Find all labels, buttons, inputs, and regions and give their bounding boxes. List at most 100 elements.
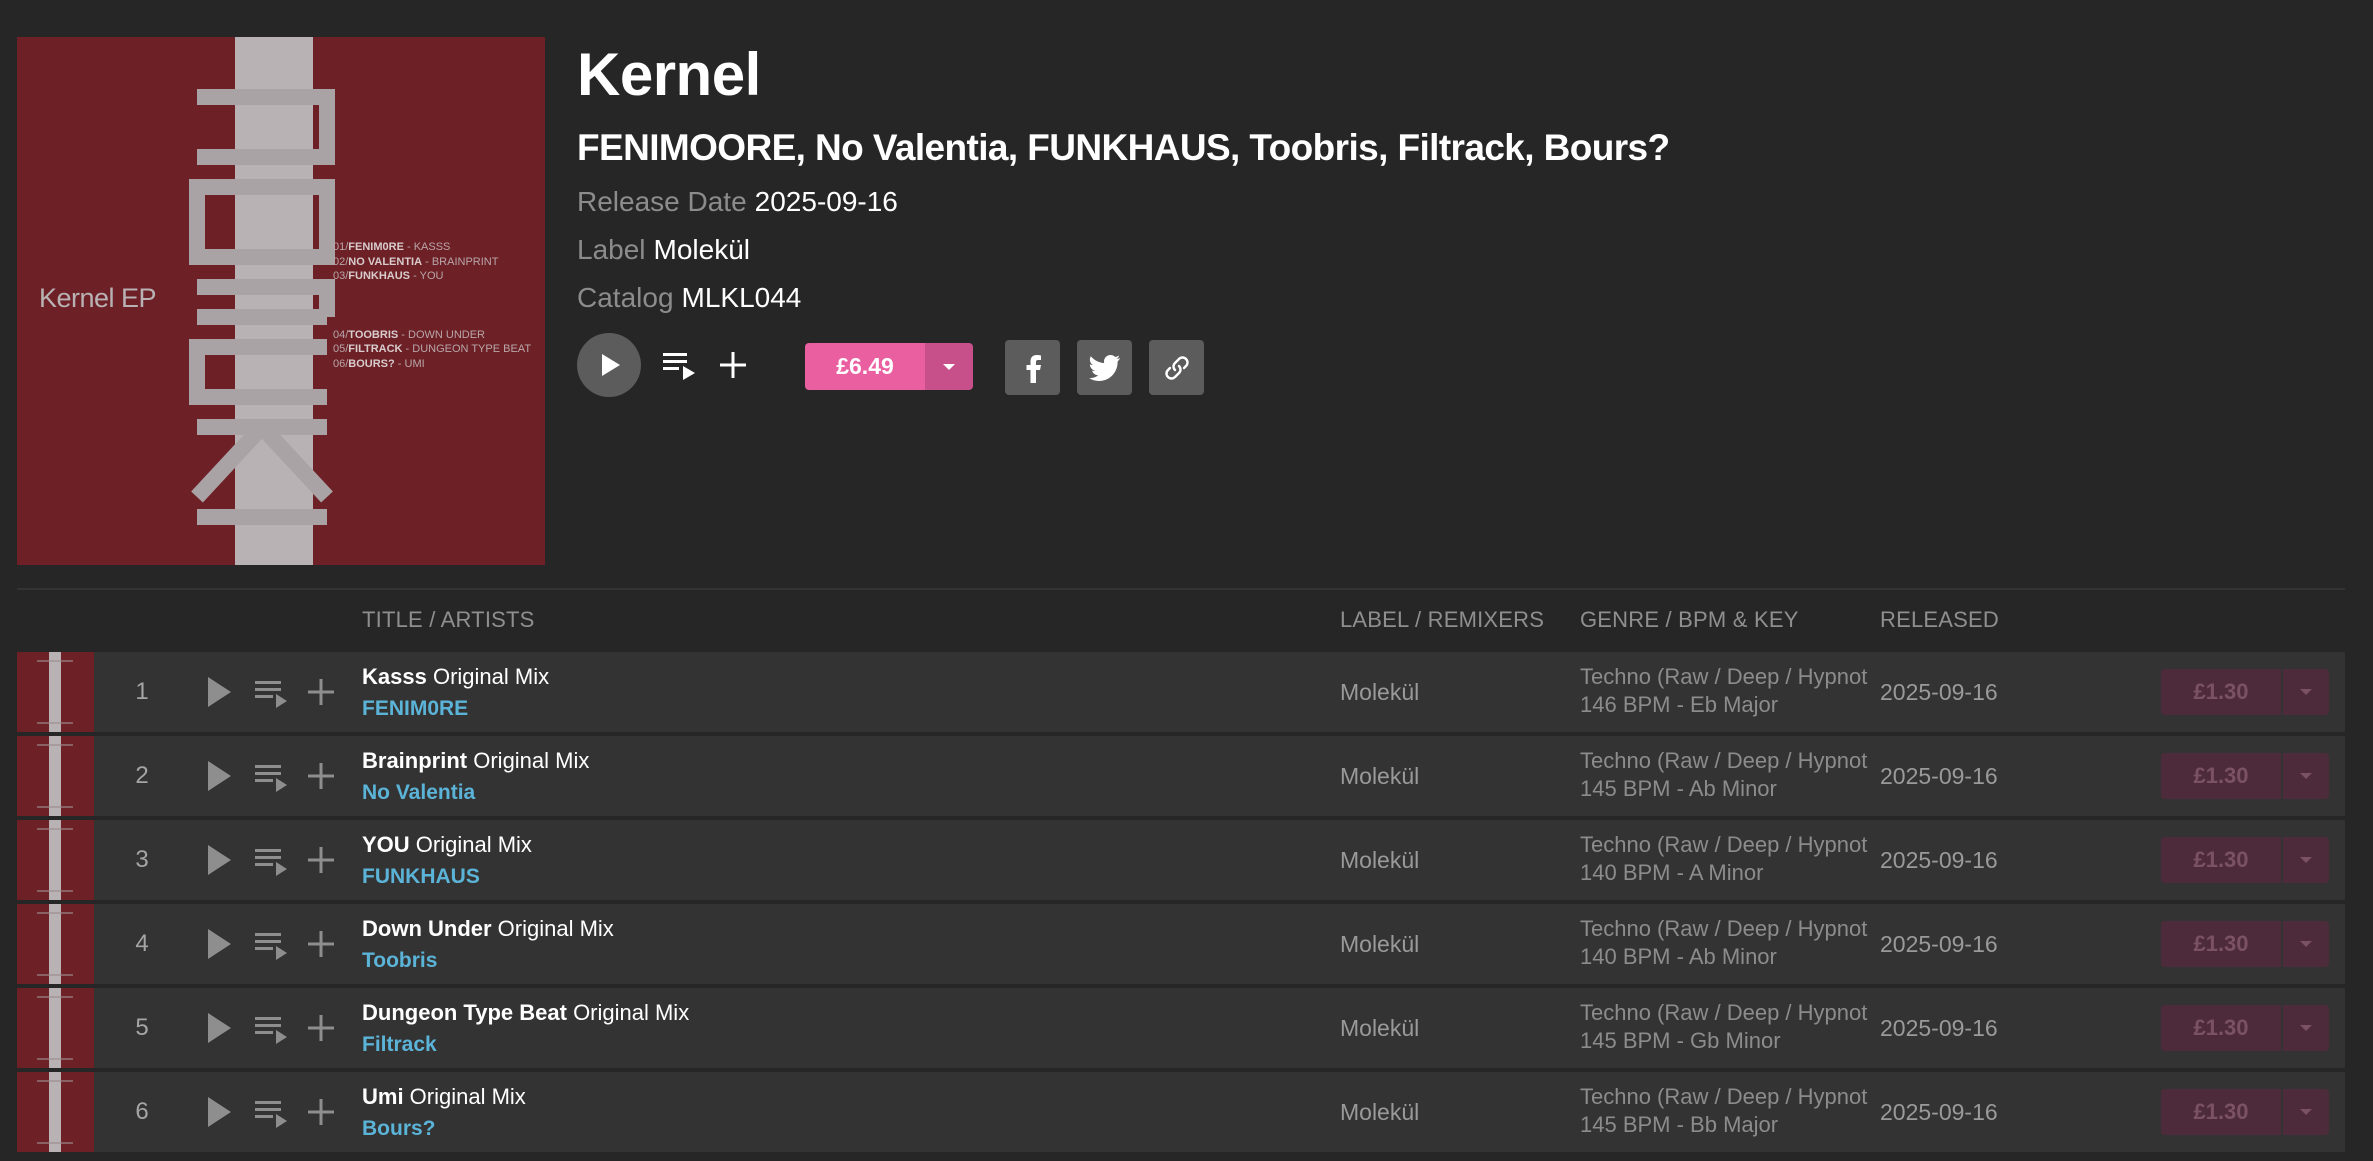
track-row[interactable]: 1 Kasss Original Mix FENIM0RE Molekül Techno… bbox=[17, 652, 2345, 732]
add-track-button[interactable] bbox=[303, 842, 339, 878]
queue-track-button[interactable] bbox=[253, 674, 289, 710]
track-name[interactable]: Dungeon Type Beat bbox=[362, 1000, 567, 1025]
track-thumbnail[interactable] bbox=[17, 652, 94, 732]
track-price[interactable]: £1.30 bbox=[2161, 921, 2281, 967]
buy-options-dropdown[interactable] bbox=[925, 343, 973, 390]
share-twitter-button[interactable] bbox=[1077, 340, 1132, 395]
track-label[interactable]: Molekül bbox=[1340, 736, 1419, 816]
add-track-button[interactable] bbox=[303, 674, 339, 710]
buy-track-button[interactable]: £1.30 bbox=[2161, 921, 2329, 967]
track-title[interactable]: Down Under Original Mix bbox=[362, 914, 614, 944]
plus-icon bbox=[308, 679, 334, 705]
cover-line: 01/FENIM0RE - KASSS bbox=[333, 241, 451, 253]
queue-track-button[interactable] bbox=[253, 1010, 289, 1046]
track-price[interactable]: £1.30 bbox=[2161, 1089, 2281, 1135]
track-thumbnail[interactable] bbox=[17, 904, 94, 984]
track-thumbnail[interactable] bbox=[17, 1072, 94, 1152]
buy-track-button[interactable]: £1.30 bbox=[2161, 1089, 2329, 1135]
track-artist[interactable]: FENIM0RE bbox=[362, 694, 468, 724]
track-name[interactable]: Brainprint bbox=[362, 748, 467, 773]
track-label[interactable]: Molekül bbox=[1340, 820, 1419, 900]
add-to-playlist-button[interactable] bbox=[715, 347, 751, 383]
track-label[interactable]: Molekül bbox=[1340, 1072, 1419, 1152]
track-thumbnail[interactable] bbox=[17, 988, 94, 1068]
add-track-button[interactable] bbox=[303, 926, 339, 962]
track-name[interactable]: Kasss bbox=[362, 664, 427, 689]
track-genre[interactable]: Techno (Raw / Deep / Hypnotic) bbox=[1580, 999, 1868, 1027]
buy-track-button[interactable]: £1.30 bbox=[2161, 753, 2329, 799]
release-cover-art[interactable]: Kernel EP 01/FENIM0RE - KASSS 02/NO VALE… bbox=[17, 37, 545, 565]
add-to-queue-button[interactable] bbox=[661, 347, 697, 383]
play-track-button[interactable] bbox=[201, 926, 237, 962]
track-label[interactable]: Molekül bbox=[1340, 988, 1419, 1068]
track-artist[interactable]: Filtrack bbox=[362, 1030, 437, 1060]
track-title[interactable]: Brainprint Original Mix bbox=[362, 746, 589, 776]
release-price[interactable]: £6.49 bbox=[805, 343, 925, 390]
catalog-row: Catalog MLKL044 bbox=[577, 278, 801, 318]
add-track-button[interactable] bbox=[303, 1094, 339, 1130]
queue-track-button[interactable] bbox=[253, 842, 289, 878]
track-buy-options-dropdown[interactable] bbox=[2283, 1005, 2329, 1051]
play-track-button[interactable] bbox=[201, 1010, 237, 1046]
track-thumbnail[interactable] bbox=[17, 736, 94, 816]
track-label[interactable]: Molekül bbox=[1340, 652, 1419, 732]
play-track-button[interactable] bbox=[201, 842, 237, 878]
track-price[interactable]: £1.30 bbox=[2161, 753, 2281, 799]
track-title[interactable]: YOU Original Mix bbox=[362, 830, 532, 860]
add-track-button[interactable] bbox=[303, 1010, 339, 1046]
play-release-button[interactable] bbox=[577, 333, 641, 397]
queue-track-button[interactable] bbox=[253, 1094, 289, 1130]
track-mix: Original Mix bbox=[426, 664, 550, 689]
track-row[interactable]: 5 Dungeon Type Beat Original Mix Filtrack M… bbox=[17, 988, 2345, 1068]
track-genre[interactable]: Techno (Raw / Deep / Hypnotic) bbox=[1580, 1083, 1868, 1111]
track-name[interactable]: Umi bbox=[362, 1084, 404, 1109]
track-buy-options-dropdown[interactable] bbox=[2283, 921, 2329, 967]
track-artist[interactable]: FUNKHAUS bbox=[362, 862, 480, 892]
buy-track-button[interactable]: £1.30 bbox=[2161, 837, 2329, 883]
track-label[interactable]: Molekül bbox=[1340, 904, 1419, 984]
buy-track-button[interactable]: £1.30 bbox=[2161, 1005, 2329, 1051]
share-facebook-button[interactable] bbox=[1005, 340, 1060, 395]
buy-release-button[interactable]: £6.49 bbox=[805, 343, 973, 390]
play-icon bbox=[208, 1097, 231, 1127]
track-artist[interactable]: Bours? bbox=[362, 1114, 436, 1144]
queue-track-button[interactable] bbox=[253, 758, 289, 794]
release-title: Kernel bbox=[577, 41, 761, 108]
track-genre[interactable]: Techno (Raw / Deep / Hypnotic) bbox=[1580, 831, 1868, 859]
track-row[interactable]: 3 YOU Original Mix FUNKHAUS Molekül Techno (… bbox=[17, 820, 2345, 900]
play-track-button[interactable] bbox=[201, 674, 237, 710]
track-title[interactable]: Dungeon Type Beat Original Mix bbox=[362, 998, 689, 1028]
track-name[interactable]: Down Under bbox=[362, 916, 492, 941]
track-price[interactable]: £1.30 bbox=[2161, 669, 2281, 715]
track-genre[interactable]: Techno (Raw / Deep / Hypnotic) bbox=[1580, 663, 1868, 691]
queue-track-button[interactable] bbox=[253, 926, 289, 962]
track-row[interactable]: 4 Down Under Original Mix Toobris Molekül Te… bbox=[17, 904, 2345, 984]
track-price[interactable]: £1.30 bbox=[2161, 837, 2281, 883]
track-name[interactable]: YOU bbox=[362, 832, 410, 857]
label-value[interactable]: Molekül bbox=[654, 234, 750, 265]
cover-line: 04/TOOBRIS - DOWN UNDER bbox=[333, 328, 485, 341]
track-buy-options-dropdown[interactable] bbox=[2283, 1089, 2329, 1135]
track-title[interactable]: Kasss Original Mix bbox=[362, 662, 549, 692]
release-artists[interactable]: FENIMOORE, No Valentia, FUNKHAUS, Toobri… bbox=[577, 120, 1670, 176]
track-artist[interactable]: No Valentia bbox=[362, 778, 475, 808]
track-row[interactable]: 6 Umi Original Mix Bours? Molekül Techno (Ra… bbox=[17, 1072, 2345, 1152]
plus-icon bbox=[308, 931, 334, 957]
track-number: 6 bbox=[135, 1098, 149, 1125]
track-buy-options-dropdown[interactable] bbox=[2283, 753, 2329, 799]
track-buy-options-dropdown[interactable] bbox=[2283, 837, 2329, 883]
track-price[interactable]: £1.30 bbox=[2161, 1005, 2281, 1051]
play-track-button[interactable] bbox=[201, 758, 237, 794]
buy-track-button[interactable]: £1.30 bbox=[2161, 669, 2329, 715]
track-row[interactable]: 2 Brainprint Original Mix No Valentia Molek… bbox=[17, 736, 2345, 816]
track-artist[interactable]: Toobris bbox=[362, 946, 437, 976]
track-genre[interactable]: Techno (Raw / Deep / Hypnotic) bbox=[1580, 915, 1868, 943]
track-genre[interactable]: Techno (Raw / Deep / Hypnotic) bbox=[1580, 747, 1868, 775]
copy-link-button[interactable] bbox=[1149, 340, 1204, 395]
track-bpm-key: 145 BPM - Bb Major bbox=[1580, 1112, 1779, 1137]
track-buy-options-dropdown[interactable] bbox=[2283, 669, 2329, 715]
add-track-button[interactable] bbox=[303, 758, 339, 794]
track-thumbnail[interactable] bbox=[17, 820, 94, 900]
track-title[interactable]: Umi Original Mix bbox=[362, 1082, 526, 1112]
play-track-button[interactable] bbox=[201, 1094, 237, 1130]
